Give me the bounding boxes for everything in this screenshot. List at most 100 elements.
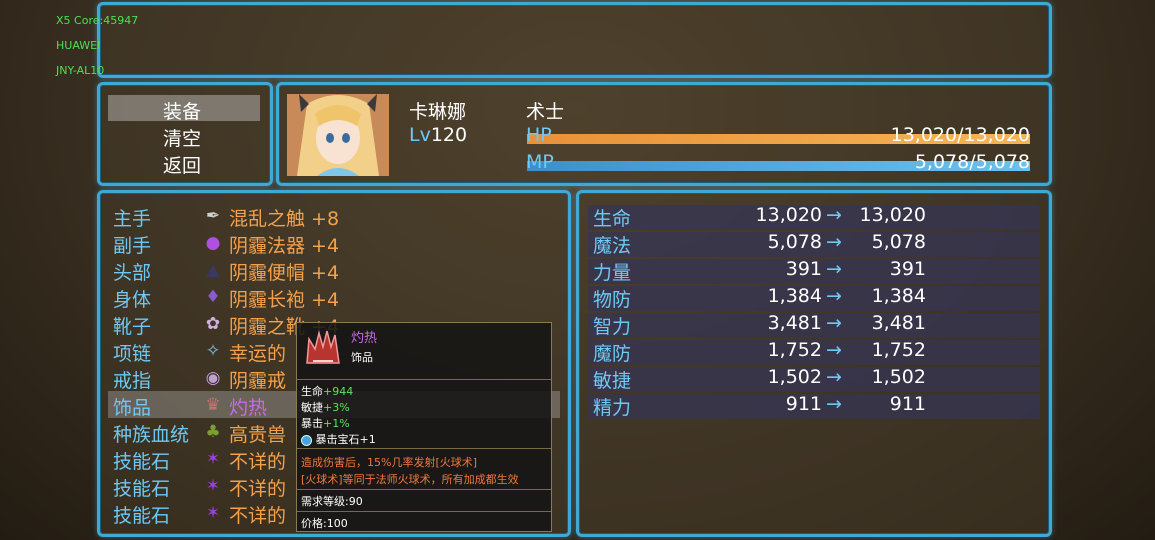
tooltip-item-type: 饰品 <box>351 351 373 364</box>
flame-crown-icon <box>303 327 343 367</box>
tooltip-stat-value: +1% <box>323 417 350 430</box>
attribute-current: 3,481 <box>767 312 822 334</box>
crown-icon: ♛ <box>205 395 221 415</box>
tooltip-gem: 暴击宝石+1 <box>301 431 376 447</box>
attribute-new: 391 <box>889 258 926 280</box>
attribute-new: 1,384 <box>871 285 926 307</box>
slot-label: 副手 <box>113 235 152 257</box>
attribute-current: 1,384 <box>767 285 822 307</box>
tooltip-stat-value: +944 <box>323 385 354 398</box>
slot-label: 靴子 <box>113 316 152 338</box>
actor-level: Lv120 <box>409 124 467 146</box>
tooltip-requirement: 需求等级:90 <box>301 495 363 508</box>
tooltip-divider <box>297 489 551 490</box>
attribute-current: 391 <box>785 258 822 280</box>
debug-core: X5 Core:45947 <box>56 14 139 27</box>
slot-item-name[interactable]: 不详的 <box>229 447 286 474</box>
menu-back[interactable]: 返回 <box>163 151 201 178</box>
attribute-new: 5,078 <box>871 231 926 253</box>
attribute-name: 魔法 <box>593 235 632 257</box>
tooltip-stat-label: 敏捷 <box>301 401 323 414</box>
header-panel <box>97 2 1052 78</box>
slot-label: 身体 <box>113 289 152 311</box>
slot-label: 主手 <box>113 208 152 230</box>
slot-item-name[interactable]: 不详的 <box>229 501 286 528</box>
slot-item-name[interactable]: 阴霾便帽 +4 <box>229 258 339 285</box>
attribute-current: 5,078 <box>767 231 822 253</box>
attribute-new: 13,020 <box>859 204 926 226</box>
tooltip-gem-text: 暴击宝石+1 <box>315 433 376 446</box>
attribute-current: 13,020 <box>755 204 822 226</box>
actor-class: 术士 <box>526 101 565 123</box>
attribute-name: 生命 <box>593 208 632 230</box>
tooltip-stat-value: +3% <box>323 401 350 414</box>
actor-name: 卡琳娜 <box>409 101 467 123</box>
mp-label: MP <box>526 151 554 173</box>
slot-item-name[interactable]: 高贵兽 <box>229 420 286 447</box>
tooltip-stat: 敏捷+3% <box>301 399 350 415</box>
attribute-current: 911 <box>785 393 822 415</box>
slot-item-name[interactable]: 阴霾法器 +4 <box>229 231 339 258</box>
tooltip-divider <box>297 511 551 512</box>
item-tooltip: 灼热 饰品 生命+944 敏捷+3% 暴击+1% 暴击宝石+1 造成伤害后，15%几… <box>296 322 552 532</box>
attribute-name: 精力 <box>593 397 632 419</box>
slot-label: 头部 <box>113 262 152 284</box>
tooltip-stat: 暴击+1% <box>301 415 350 431</box>
slot-label: 项链 <box>113 343 152 365</box>
slot-item-name[interactable]: 混乱之触 +8 <box>229 204 339 231</box>
tooltip-divider <box>297 379 551 380</box>
attribute-name: 力量 <box>593 262 632 284</box>
attribute-name: 物防 <box>593 289 632 311</box>
attribute-name: 敏捷 <box>593 370 632 392</box>
slot-item-name[interactable]: 阴霾戒 <box>229 366 286 393</box>
ring-icon: ◉ <box>205 368 221 388</box>
slot-label: 技能石 <box>113 478 171 500</box>
menu-clear[interactable]: 清空 <box>163 124 201 151</box>
skill-stone-icon: ✶ <box>205 503 221 523</box>
attribute-name: 魔防 <box>593 343 632 365</box>
slot-label: 技能石 <box>113 451 171 473</box>
robe-icon: ♦ <box>205 287 221 307</box>
level-prefix: Lv <box>409 124 431 146</box>
gem-icon <box>301 434 312 446</box>
mp-value: 5,078/5,078 <box>914 151 1030 173</box>
attribute-current: 1,502 <box>767 366 822 388</box>
attribute-new: 3,481 <box>871 312 926 334</box>
level-value: 120 <box>430 124 468 146</box>
hp-value: 13,020/13,020 <box>890 124 1030 146</box>
slot-item-name[interactable]: 不详的 <box>229 474 286 501</box>
necklace-icon: ✧ <box>205 341 221 361</box>
skill-stone-icon: ✶ <box>205 449 221 469</box>
attribute-new: 1,502 <box>871 366 926 388</box>
tooltip-desc-1: 造成伤害后，15%几率发射[火球术] <box>301 456 478 469</box>
tooltip-stat-label: 暴击 <box>301 417 323 430</box>
debug-brand: HUAWEI <box>56 39 101 52</box>
tooltip-stat: 生命+944 <box>301 383 353 399</box>
tooltip-item-name: 灼热 <box>351 331 378 346</box>
hp-label: HP <box>526 124 552 146</box>
tooltip-divider <box>297 448 551 449</box>
tooltip-desc-2: [火球术]等同于法师火球术，所有加成都生效 <box>301 473 519 486</box>
slot-label: 技能石 <box>113 505 171 527</box>
attribute-name: 智力 <box>593 316 632 338</box>
slot-item-name[interactable]: 幸运的 <box>229 339 286 366</box>
slot-item-name[interactable]: 灼热 <box>229 393 267 420</box>
attribute-current: 1,752 <box>767 339 822 361</box>
slot-label: 种族血统 <box>113 424 190 446</box>
actor-portrait <box>287 94 389 176</box>
slot-label: 戒指 <box>113 370 152 392</box>
attribute-new: 911 <box>889 393 926 415</box>
orb-icon: ● <box>205 233 221 253</box>
attribute-new: 1,752 <box>871 339 926 361</box>
tooltip-stat-label: 生命 <box>301 385 323 398</box>
witch-hat-icon: ▲ <box>206 260 220 280</box>
menu-equip[interactable]: 装备 <box>163 97 201 124</box>
bloodline-icon: ♣ <box>205 422 221 442</box>
wand-icon: ✒ <box>205 206 221 226</box>
skill-stone-icon: ✶ <box>205 476 221 496</box>
boots-icon: ✿ <box>205 314 221 334</box>
debug-model: JNY-AL10 <box>56 64 105 77</box>
tooltip-price: 价格:100 <box>301 517 348 530</box>
slot-label: 饰品 <box>113 397 152 419</box>
slot-item-name[interactable]: 阴霾长袍 +4 <box>229 285 339 312</box>
